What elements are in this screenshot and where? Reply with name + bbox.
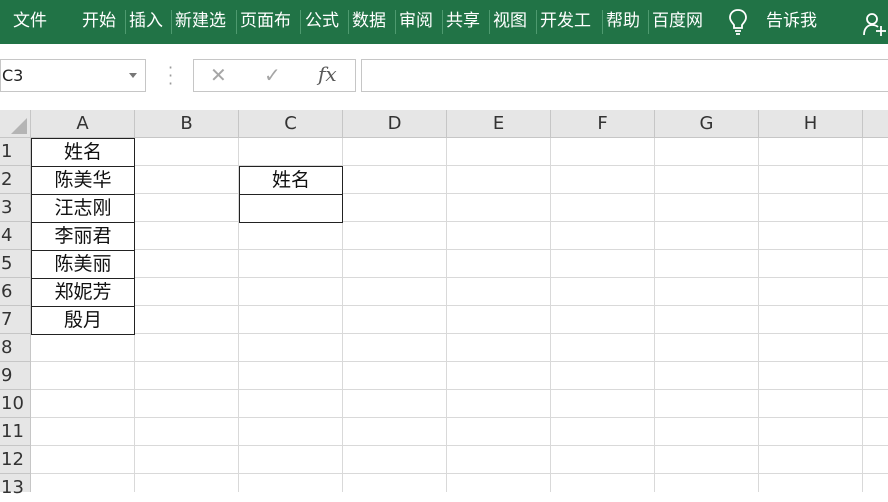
row-header-4[interactable]: 4	[0, 222, 31, 250]
row-header-12[interactable]: 12	[0, 446, 31, 474]
tab-separator	[348, 10, 349, 34]
tab-separator	[648, 10, 649, 34]
lightbulb-icon[interactable]	[728, 8, 748, 36]
cell-a4[interactable]: 李丽君	[31, 222, 135, 251]
select-all-button[interactable]	[0, 110, 31, 138]
column-header-a[interactable]: A	[31, 110, 135, 138]
tab-formulas[interactable]: 公式	[305, 0, 345, 44]
tab-insert[interactable]: 插入	[129, 0, 167, 44]
tab-file[interactable]: 文件	[13, 0, 53, 44]
tab-separator	[395, 10, 396, 34]
column-header-h[interactable]: H	[759, 110, 863, 138]
row-header-3[interactable]: 3	[0, 194, 31, 222]
row-header-9[interactable]: 9	[0, 362, 31, 390]
column-header-i[interactable]	[863, 110, 888, 138]
more-dots-icon[interactable]: · · ·	[168, 60, 173, 92]
tab-review[interactable]: 审阅	[399, 0, 439, 44]
share-user-icon[interactable]	[862, 11, 888, 37]
cell-a5[interactable]: 陈美丽	[31, 250, 135, 279]
tell-me-search[interactable]: 告诉我	[766, 0, 826, 44]
tab-view[interactable]: 视图	[493, 0, 533, 44]
row-header-11[interactable]: 11	[0, 418, 31, 446]
worksheet-grid: A B C D E F G H 1 2 3 4 5 6 7 8 9 10 11 …	[0, 110, 888, 498]
row-header-1[interactable]: 1	[0, 138, 31, 166]
ribbon: 文件 开始 插入 新建选 页面布 公式 数据 审阅 共享 视图 开发工 帮助 百…	[0, 0, 888, 44]
column-header-b[interactable]: B	[135, 110, 239, 138]
tab-separator	[171, 10, 172, 34]
check-icon[interactable]: ✓	[264, 63, 281, 87]
column-header-g[interactable]: G	[655, 110, 759, 138]
cell-a3[interactable]: 汪志刚	[31, 194, 135, 223]
chevron-down-icon[interactable]	[129, 73, 137, 78]
column-header-f[interactable]: F	[551, 110, 655, 138]
cell-area[interactable]: 姓名 陈美华 汪志刚 李丽君 陈美丽 郑妮芳 殷月 姓名	[31, 138, 888, 492]
cell-a1[interactable]: 姓名	[31, 138, 135, 167]
row-header-10[interactable]: 10	[0, 390, 31, 418]
row-header-8[interactable]: 8	[0, 334, 31, 362]
tab-data[interactable]: 数据	[352, 0, 392, 44]
cell-a6[interactable]: 郑妮芳	[31, 278, 135, 307]
name-box[interactable]: C3	[0, 59, 146, 92]
row-header-7[interactable]: 7	[0, 306, 31, 334]
formula-buttons: ✕ ✓ fx	[193, 59, 356, 92]
tab-developer[interactable]: 开发工	[540, 0, 600, 44]
cell-a7[interactable]: 殷月	[31, 306, 135, 335]
tab-separator	[489, 10, 490, 34]
tab-baidu[interactable]: 百度网	[652, 0, 710, 44]
cancel-icon[interactable]: ✕	[210, 63, 227, 87]
formula-input[interactable]	[361, 59, 888, 92]
tab-home[interactable]: 开始	[82, 0, 120, 44]
tab-page-layout[interactable]: 页面布	[240, 0, 298, 44]
row-header-13[interactable]: 13	[0, 474, 31, 498]
formula-bar: C3 · · · ✕ ✓ fx	[0, 44, 888, 110]
row-header-6[interactable]: 6	[0, 278, 31, 306]
insert-function-icon[interactable]: fx	[318, 62, 337, 86]
tab-separator	[125, 10, 126, 34]
tab-help[interactable]: 帮助	[606, 0, 646, 44]
row-header-2[interactable]: 2	[0, 166, 31, 194]
tab-new[interactable]: 新建选	[175, 0, 235, 44]
cell-c2[interactable]: 姓名	[239, 166, 343, 195]
column-header-e[interactable]: E	[447, 110, 551, 138]
cell-a2[interactable]: 陈美华	[31, 166, 135, 195]
name-box-value: C3	[2, 66, 24, 85]
column-header-d[interactable]: D	[343, 110, 447, 138]
tab-separator	[442, 10, 443, 34]
tab-separator	[300, 10, 301, 34]
tab-separator	[602, 10, 603, 34]
column-header-c[interactable]: C	[239, 110, 343, 138]
tab-separator	[536, 10, 537, 34]
row-header-5[interactable]: 5	[0, 250, 31, 278]
tab-separator	[236, 10, 237, 34]
cell-c3[interactable]	[239, 194, 343, 223]
tab-share[interactable]: 共享	[446, 0, 486, 44]
